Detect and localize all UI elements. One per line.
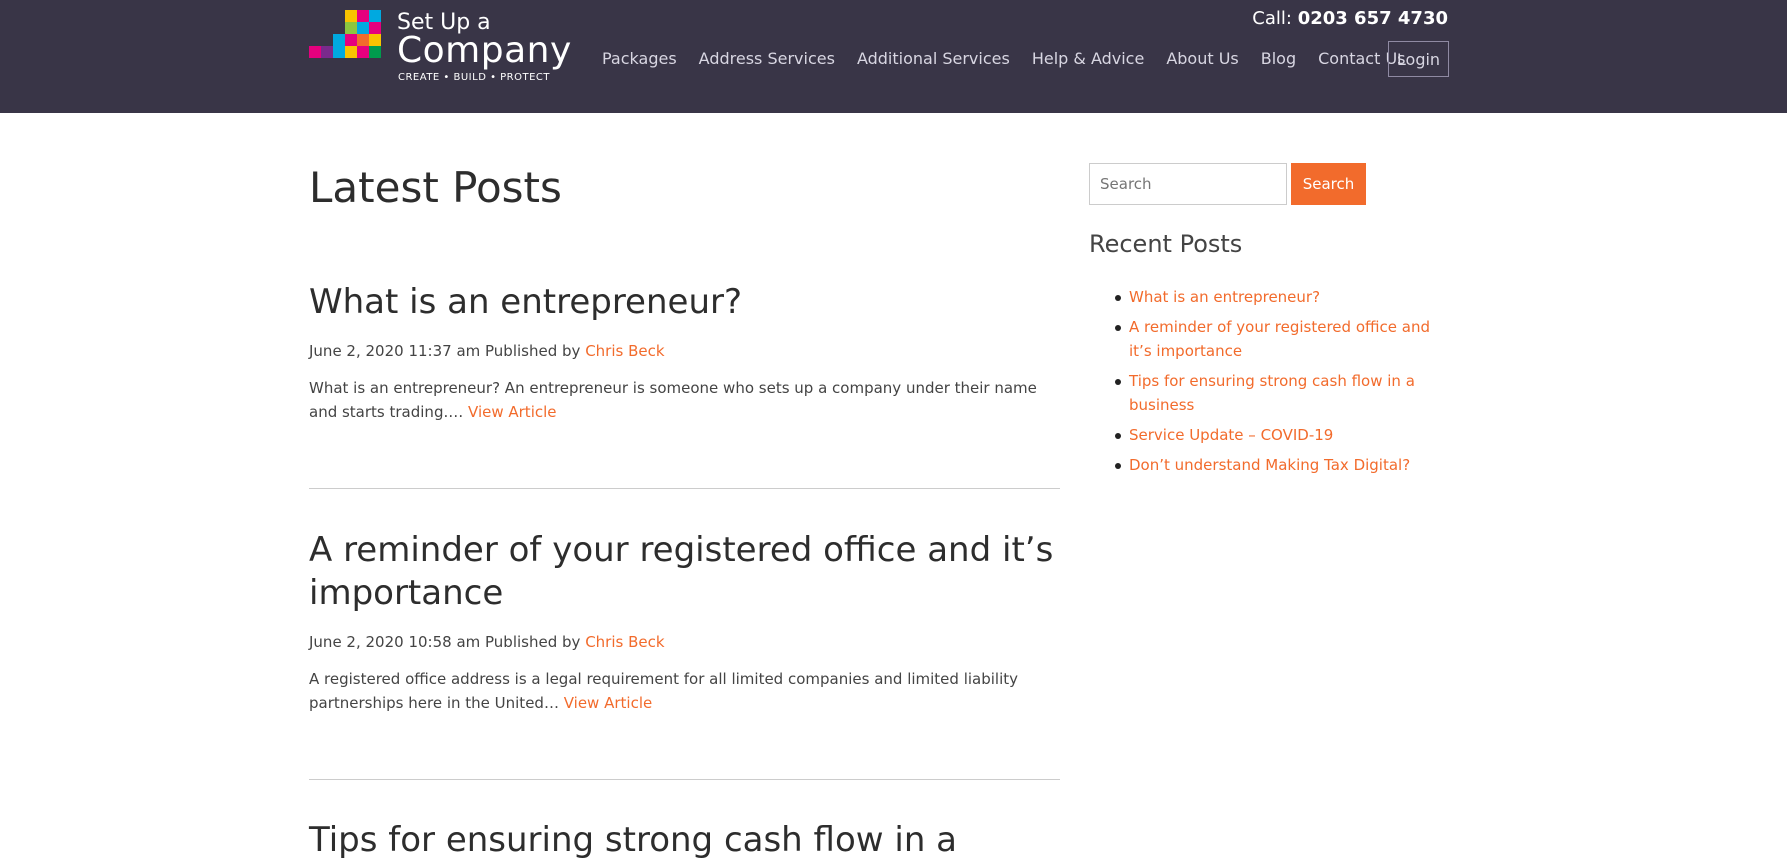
post-divider [309,779,1060,780]
phone-number[interactable]: 0203 657 4730 [1298,8,1448,29]
post-author-link[interactable]: Chris Beck [585,633,664,651]
recent-post-link[interactable]: Tips for ensuring strong cash flow in a … [1129,372,1415,414]
post-item: Tips for ensuring strong cash flow in a [309,819,1060,862]
company-logo[interactable]: Set Up a Company CREATE • BUILD • PROTEC… [309,10,572,85]
post-date: June 2, 2020 10:58 am Published by [309,633,581,651]
nav-packages[interactable]: Packages [602,49,677,68]
post-date: June 2, 2020 11:37 am Published by [309,342,581,360]
list-item: A reminder of your registered office and… [1115,315,1449,363]
recent-post-link[interactable]: Service Update – COVID-19 [1129,426,1333,444]
post-excerpt: A registered office address is a legal r… [309,667,1060,715]
list-item: Service Update – COVID-19 [1115,423,1449,447]
recent-post-link[interactable]: Don’t understand Making Tax Digital? [1129,456,1410,474]
recent-post-link[interactable]: A reminder of your registered office and… [1129,318,1430,360]
nav-address-services[interactable]: Address Services [699,49,835,68]
login-button[interactable]: Login [1388,41,1449,77]
post-title[interactable]: A reminder of your registered office and… [309,529,1060,615]
page-title: Latest Posts [309,163,562,212]
main-nav: Packages Address Services Additional Ser… [602,38,1428,78]
phone-label: Call: [1252,8,1292,29]
post-meta: June 2, 2020 10:58 am Published by Chris… [309,633,1060,651]
nav-about-us[interactable]: About Us [1166,49,1238,68]
view-article-link[interactable]: View Article [564,694,652,712]
post-title[interactable]: What is an entrepreneur? [309,281,1060,324]
post-divider [309,488,1060,489]
search-button[interactable]: Search [1291,163,1366,205]
post-item: What is an entrepreneur? June 2, 2020 11… [309,281,1060,424]
list-item: What is an entrepreneur? [1115,285,1449,309]
list-item: Don’t understand Making Tax Digital? [1115,453,1449,477]
post-author-link[interactable]: Chris Beck [585,342,664,360]
recent-posts-list: What is an entrepreneur? A reminder of y… [1115,285,1449,483]
post-excerpt: What is an entrepreneur? An entrepreneur… [309,376,1060,424]
nav-additional-services[interactable]: Additional Services [857,49,1010,68]
phone-contact[interactable]: Call: 0203 657 4730 [1252,8,1448,29]
recent-posts-heading: Recent Posts [1089,230,1243,258]
logo-line2: Company [397,30,572,71]
search-input[interactable] [1089,163,1287,205]
post-excerpt-text: A registered office address is a legal r… [309,670,1019,712]
nav-blog[interactable]: Blog [1261,49,1296,68]
post-title[interactable]: Tips for ensuring strong cash flow in a [309,819,1060,862]
post-item: A reminder of your registered office and… [309,529,1060,715]
nav-help-advice[interactable]: Help & Advice [1032,49,1145,68]
recent-post-link[interactable]: What is an entrepreneur? [1129,288,1320,306]
logo-tagline: CREATE • BUILD • PROTECT [398,72,551,83]
post-meta: June 2, 2020 11:37 am Published by Chris… [309,342,1060,360]
logo-grid-icon [309,10,385,64]
site-header: Set Up a Company CREATE • BUILD • PROTEC… [0,0,1787,113]
list-item: Tips for ensuring strong cash flow in a … [1115,369,1449,417]
view-article-link[interactable]: View Article [468,403,556,421]
post-excerpt-text: What is an entrepreneur? An entrepreneur… [309,379,1037,421]
